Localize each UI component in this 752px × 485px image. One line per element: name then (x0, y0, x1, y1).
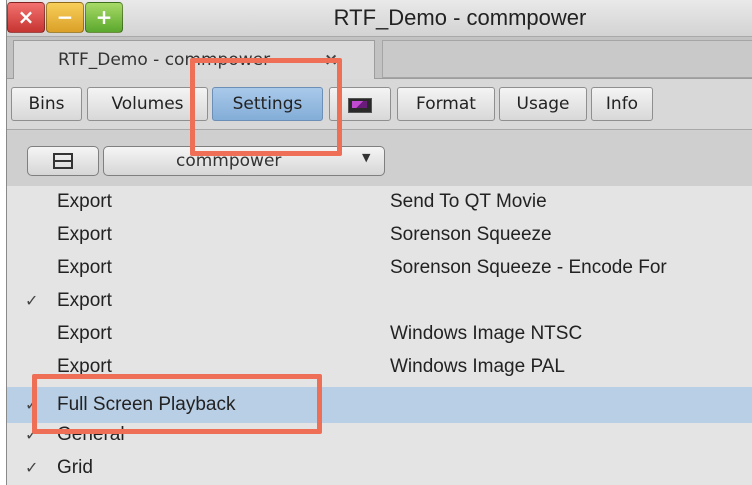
window-title: RTF_Demo - commpower (7, 0, 752, 36)
document-tab-bar: RTF_Demo - commpower × (7, 37, 752, 79)
title-bar: × − + RTF_Demo - commpower (7, 0, 752, 37)
monitor-color-icon (348, 98, 372, 113)
setting-value: Sorenson Squeeze (390, 224, 552, 245)
setting-value: Windows Image PAL (390, 356, 565, 377)
tab-format[interactable]: Format (397, 87, 495, 121)
setting-value: Windows Image NTSC (390, 323, 583, 344)
check-icon: ✓ (25, 293, 39, 310)
setting-name: Export (57, 290, 112, 311)
chevron-down-icon: ▼ (362, 151, 371, 164)
list-item[interactable]: Export Sorenson Squeeze - Encode For (7, 250, 752, 286)
empty-tab-area (382, 40, 752, 78)
setting-value: Send To QT Movie (390, 191, 547, 212)
settings-tab-bar: Bins Volumes Settings Format Usage Info (7, 79, 752, 130)
split-view-icon (53, 153, 73, 169)
list-item[interactable]: ✓ Export (7, 283, 752, 319)
list-item[interactable]: ✓ Grid (7, 450, 752, 485)
annotation-highlight-settings (190, 58, 342, 156)
check-icon: ✓ (25, 460, 39, 477)
tab-bins[interactable]: Bins (11, 87, 82, 121)
setting-value: Sorenson Squeeze - Encode For (390, 257, 667, 278)
settings-toolbar: commpower ▼ (7, 130, 752, 186)
tab-info[interactable]: Info (591, 87, 653, 121)
tab-usage[interactable]: Usage (499, 87, 587, 121)
setting-name: Export (57, 323, 112, 344)
view-toggle-button[interactable] (27, 146, 99, 176)
setting-name: Export (57, 224, 112, 245)
window-title-text: RTF_Demo - commpower (333, 5, 587, 30)
list-item[interactable]: Export Windows Image NTSC (7, 316, 752, 352)
annotation-highlight-full-screen (32, 374, 322, 434)
list-item[interactable]: Export Send To QT Movie (7, 184, 752, 220)
settings-list: Export Send To QT Movie Export Sorenson … (7, 186, 752, 485)
setting-name: Export (57, 191, 112, 212)
list-item[interactable]: Export Sorenson Squeeze (7, 217, 752, 253)
setting-name: Export (57, 257, 112, 278)
setting-name: Grid (57, 457, 93, 478)
